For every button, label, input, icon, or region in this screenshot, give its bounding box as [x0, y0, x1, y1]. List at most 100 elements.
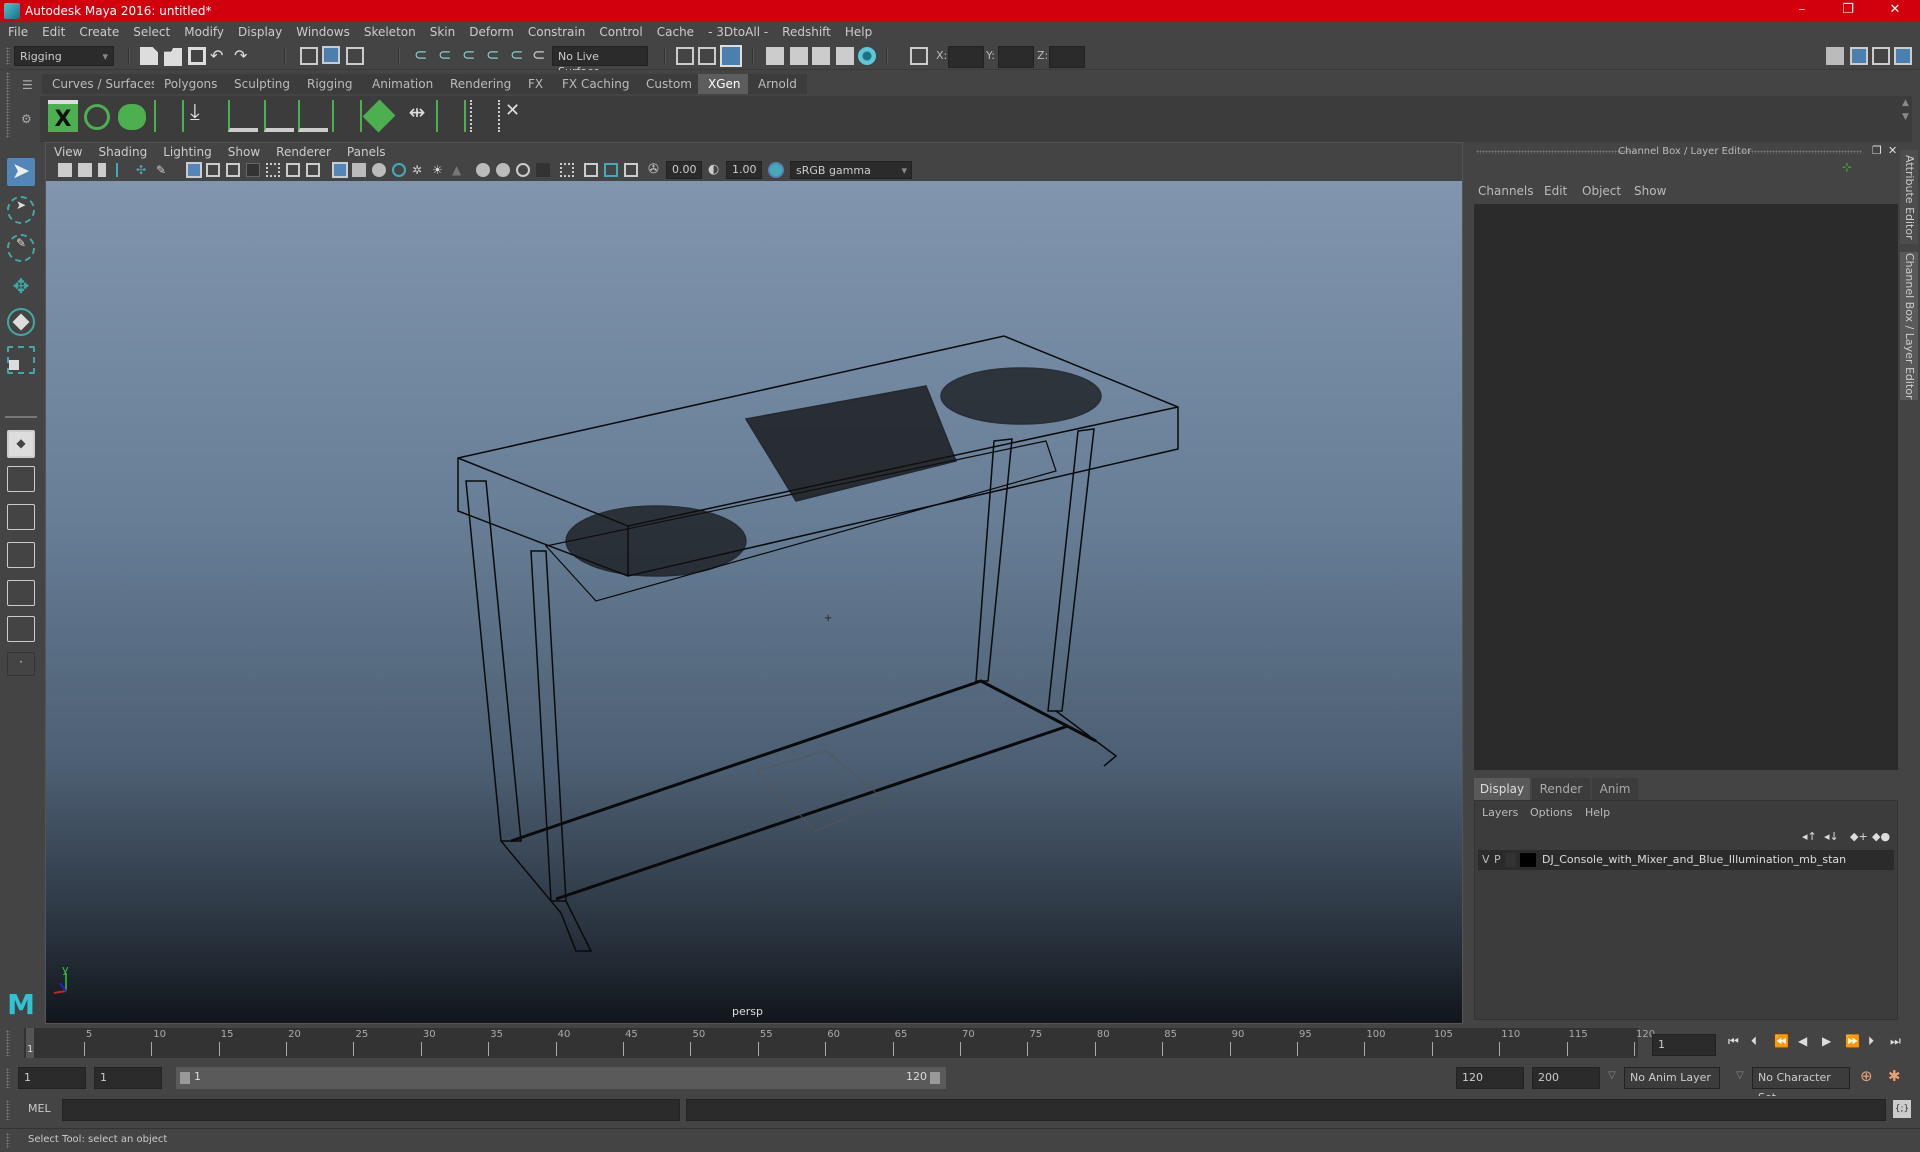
timeline-drag-handle[interactable]: [6, 1030, 10, 1056]
paint-select-tool-icon[interactable]: ✎: [7, 234, 35, 262]
channel-box-area[interactable]: [1474, 204, 1898, 770]
step-forward-key-icon[interactable]: ⏵: [1868, 1034, 1874, 1049]
menu-select[interactable]: Select: [133, 25, 170, 39]
render-view-icon[interactable]: [766, 47, 784, 65]
xgen-flip-guide-icon[interactable]: [470, 100, 500, 132]
command-drag-handle[interactable]: [6, 1100, 10, 1120]
lasso-tool-icon[interactable]: ➤: [7, 196, 35, 224]
snap-to-grid-icon[interactable]: ⊂: [414, 45, 427, 64]
grid-icon[interactable]: [186, 162, 202, 178]
menu-cache[interactable]: Cache: [657, 25, 694, 39]
menu-display[interactable]: Display: [238, 25, 282, 39]
magnet-icon[interactable]: ⊂: [532, 45, 545, 64]
color-management-toggle-icon[interactable]: [768, 162, 784, 178]
motion-blur-icon[interactable]: [496, 163, 510, 177]
shelf-settings-icon[interactable]: ⚙: [21, 112, 32, 126]
go-to-start-icon[interactable]: ⏮: [1728, 1034, 1739, 1049]
persp-graph-hypershade-layout-icon[interactable]: [7, 616, 35, 642]
menu-modify[interactable]: Modify: [184, 25, 224, 39]
rotate-tool-icon[interactable]: [7, 308, 35, 336]
hypershade-layout-icon[interactable]: [7, 580, 35, 606]
shelf-tab-custom[interactable]: Custom: [636, 74, 702, 94]
move-layer-up-icon[interactable]: ◂↑: [1802, 830, 1817, 843]
single-perspective-layout-icon[interactable]: ◆: [7, 430, 35, 458]
layer-tab-render[interactable]: Render: [1532, 778, 1590, 800]
viewport-menu-lighting[interactable]: Lighting: [163, 145, 212, 159]
options-menu[interactable]: Options: [1530, 806, 1572, 819]
layers-menu[interactable]: Layers: [1482, 806, 1518, 819]
shelf-tab-animation[interactable]: Animation: [362, 74, 444, 94]
play-backwards-icon[interactable]: ◀: [1798, 1034, 1807, 1048]
wireframe-icon[interactable]: [332, 162, 348, 178]
range-drag-handle[interactable]: [6, 1068, 10, 1088]
shelf-scroll-down-icon[interactable]: ▼: [1902, 112, 1909, 122]
mel-command-input[interactable]: [62, 1099, 680, 1121]
menu-constrain[interactable]: Constrain: [528, 25, 586, 39]
help-menu[interactable]: Help: [1585, 806, 1610, 819]
channels-menu[interactable]: Channels: [1478, 184, 1534, 198]
new-layer-icon[interactable]: ◆+: [1850, 830, 1868, 843]
shelf-tab-arnold[interactable]: Arnold: [748, 74, 807, 94]
layer-row[interactable]: V P DJ_Console_with_Mixer_and_Blue_Illum…: [1478, 850, 1894, 870]
move-tool-icon[interactable]: ✥: [7, 272, 35, 300]
construction-history-icon[interactable]: [720, 45, 742, 67]
time-slider[interactable]: 1 5 10 15 20 25 30 35 40 45 50 55 60 65 70 75 80 85 90 95 1…: [0, 1024, 1920, 1060]
shelf-tab-fx[interactable]: FX: [518, 74, 554, 94]
help-drag-handle[interactable]: [6, 1133, 10, 1149]
save-scene-icon[interactable]: [188, 47, 206, 65]
tool-settings-toggle-icon[interactable]: [1872, 47, 1890, 65]
menuset-dropdown[interactable]: Rigging ▾: [14, 46, 114, 66]
menu-deform[interactable]: Deform: [469, 25, 514, 39]
script-editor-icon[interactable]: {;}: [1893, 1100, 1911, 1118]
character-set-dropdown[interactable]: No Character Set: [1752, 1067, 1850, 1104]
shelf-tab-polygons[interactable]: Polygons: [154, 74, 228, 94]
shelf-tab-fx-caching[interactable]: FX Caching: [552, 74, 640, 94]
select-by-hierarchy-icon[interactable]: [300, 47, 318, 65]
range-bar[interactable]: 1 120: [176, 1067, 946, 1089]
color-space-dropdown[interactable]: sRGB gamma ▾: [790, 161, 912, 179]
bookmark-icon[interactable]: [98, 163, 106, 177]
viewport-menu-show[interactable]: Show: [228, 145, 260, 159]
show-menu[interactable]: Show: [1634, 184, 1666, 198]
depth-of-field-icon[interactable]: [536, 163, 550, 177]
select-camera-icon[interactable]: [58, 163, 72, 177]
output-operations-icon[interactable]: [698, 47, 716, 65]
xray-icon[interactable]: [584, 163, 598, 177]
menu-redshift[interactable]: Redshift: [782, 25, 831, 39]
xgen-sculpt-guide-icon[interactable]: [264, 100, 294, 132]
snap-to-curve-icon[interactable]: ⊂: [438, 45, 451, 64]
xgen-select-guide-icon[interactable]: [436, 100, 466, 132]
film-gate-icon[interactable]: [206, 163, 220, 177]
panel-drag-handle[interactable]: [1476, 150, 1636, 154]
hypershade-icon[interactable]: [858, 47, 876, 65]
screen-space-ao-icon[interactable]: [476, 163, 490, 177]
attribute-editor-toggle-icon[interactable]: [1850, 47, 1868, 65]
xgen-lock-guide-icon[interactable]: [298, 100, 328, 132]
layer-display-type-toggle[interactable]: [1506, 853, 1516, 867]
menu-3dtoall[interactable]: - 3DtoAll -: [708, 25, 768, 39]
shadows-icon[interactable]: ▲: [452, 163, 466, 177]
side-tab-attribute-editor[interactable]: Attribute Editor: [1900, 150, 1918, 244]
object-menu[interactable]: Object: [1582, 184, 1621, 198]
layer-tab-display[interactable]: Display: [1474, 778, 1530, 800]
close-panel-icon[interactable]: ✕: [1888, 144, 1897, 157]
anim-layer-chevron-icon[interactable]: ▽: [1608, 1070, 1616, 1081]
3d-viewport[interactable]: + y persp: [46, 181, 1462, 1023]
select-tool-icon[interactable]: ➤: [7, 158, 35, 186]
gamma-icon[interactable]: ◐: [708, 162, 722, 177]
menu-skeleton[interactable]: Skeleton: [364, 25, 416, 39]
minimize-button[interactable]: –: [1782, 0, 1822, 22]
xgen-place-guide-icon[interactable]: ⤓: [190, 100, 220, 132]
persp-graph-layout-icon[interactable]: [7, 542, 35, 568]
layer-color-swatch[interactable]: [1520, 853, 1536, 867]
xgen-add-guides-icon[interactable]: [154, 100, 184, 132]
use-default-material-icon[interactable]: [372, 163, 386, 177]
restore-button[interactable]: ❐: [1828, 0, 1868, 22]
input-operations-icon[interactable]: [676, 47, 694, 65]
auto-key-icon[interactable]: ⊕: [1860, 1067, 1873, 1085]
new-scene-icon[interactable]: [140, 47, 158, 65]
xgen-clear-preview-icon[interactable]: [118, 104, 146, 130]
step-forward-frame-icon[interactable]: ⏩: [1845, 1034, 1860, 1048]
xgen-preview-icon[interactable]: [84, 104, 110, 130]
animation-preferences-icon[interactable]: ✱: [1888, 1067, 1901, 1085]
